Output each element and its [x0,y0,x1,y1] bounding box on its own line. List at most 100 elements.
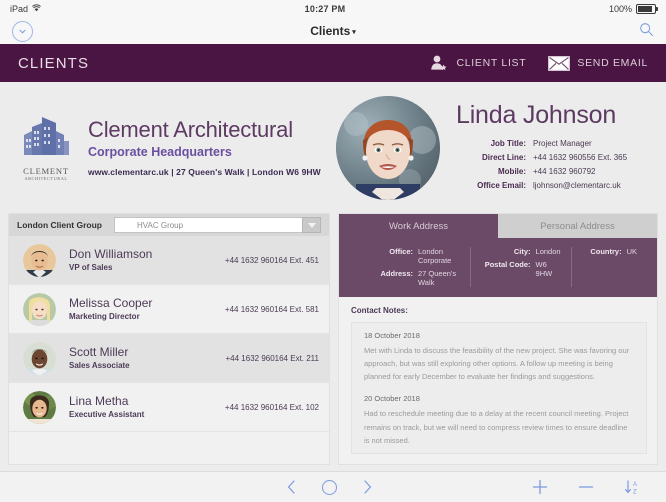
contact-notes-title: Contact Notes: [351,306,408,315]
search-icon[interactable] [639,22,654,40]
client-name: Don Williamson [69,247,153,262]
list-item[interactable]: Lina Metha Executive Assistant +44 1632 … [9,383,329,432]
client-list-header: London Client Group HVAC Group [9,214,329,236]
company-block: CLEMENT ARCHITECTURAL Clement Architectu… [0,115,336,181]
ios-status-bar: iPad 10:27 PM 100% [0,0,666,18]
note-date: 20 October 2018 [364,394,420,404]
chevron-down-icon[interactable]: ▾ [352,29,356,36]
record-nav-group [287,479,372,495]
client-name: Melissa Cooper [69,296,153,311]
detail-value: Project Manager [533,138,592,148]
page-title-text: Clients [310,24,351,38]
postal-label: Postal Code: [484,260,531,269]
detail-label: Office Email: [477,180,526,190]
country-line: Country: UK [582,247,637,256]
client-list-icon [429,54,449,72]
content-area: CLEMENT ARCHITECTURAL Clement Architectu… [0,82,666,471]
chevron-down-icon[interactable] [302,217,321,233]
note-entry: 18 October 2018 Met with Linda to discus… [364,331,634,383]
client-role: Executive Assistant [69,409,145,419]
detail-label: Direct Line: [481,152,526,162]
avatar [23,292,56,326]
client-list-button[interactable]: CLIENT LIST [429,54,526,72]
client-list-panel: London Client Group HVAC Group Don Willi… [8,213,330,465]
company-logo: CLEMENT ARCHITECTURAL [18,115,74,181]
address-col-office: Office: London Corporate Address: 27 Que… [349,247,470,287]
detail-label: Job Title: [490,138,526,148]
app-window: iPad 10:27 PM 100% Clients ▾ CLIENTS CLI… [0,0,666,502]
address-tabs: Work Address Personal Address [339,214,657,238]
detail-row: Job Title: Project Manager [456,137,644,151]
list-item-text: Lina Metha Executive Assistant [69,394,225,419]
office-line: Office: London Corporate [359,247,460,265]
list-item-text: Don Williamson VP of Sales [69,247,225,272]
tab-personal-address[interactable]: Personal Address [498,214,657,238]
circle-icon[interactable] [322,479,337,495]
record-edit-group: A Z [532,479,640,495]
detail-row: Mobile: +44 1632 960792 [456,165,644,179]
person-block: Linda Johnson Job Title: Project Manager… [336,95,666,200]
status-left: iPad [10,4,41,14]
city-label: City: [513,247,531,256]
address-detail-panel: Work Address Personal Address Office: Lo… [338,213,658,465]
detail-value: ljohnson@clementarc.uk [533,180,621,190]
client-phone: +44 1632 960164 Ext. 211 [225,353,320,363]
detail-value: +44 1632 960556 Ext. 365 [533,152,628,162]
office-label: Office: [389,247,413,256]
postal-value: W6 9HW [535,260,553,278]
avatar [23,243,56,277]
contact-notes-box[interactable]: 18 October 2018 Met with Linda to discus… [351,322,647,454]
person-info: Linda Johnson Job Title: Project Manager… [456,102,644,193]
sort-az-icon[interactable]: A Z [624,479,640,495]
client-phone: +44 1632 960164 Ext. 451 [224,255,319,265]
logo-subwordmark: ARCHITECTURAL [24,175,68,181]
battery-percent: 100% [608,4,632,14]
tab-work-address[interactable]: Work Address [339,214,498,238]
send-email-label: SEND EMAIL [577,57,648,69]
panels-row: London Client Group HVAC Group Don Willi… [0,213,666,471]
client-name: Lina Metha [69,394,129,409]
address-block: Office: London Corporate Address: 27 Que… [339,238,657,297]
list-item[interactable]: Scott Miller Sales Associate +44 1632 96… [9,334,329,383]
svg-text:Z: Z [633,489,637,495]
company-text: Clement Architectural Corporate Headquar… [88,116,321,177]
app-header-title: CLIENTS [18,54,90,72]
client-name: Scott Miller [69,345,129,360]
client-role: VP of Sales [69,262,113,272]
company-subtitle: Corporate Headquarters [88,145,232,160]
avatar [23,390,56,424]
detail-value: +44 1632 960792 [533,166,596,176]
list-item-text: Melissa Cooper Marketing Director [69,296,225,321]
office-value: London Corporate [418,247,452,265]
status-right: 100% [608,4,658,14]
bottom-toolbar: A Z [0,471,666,502]
status-time: 10:27 PM [304,4,346,14]
chevron-down-circle-icon[interactable] [12,20,33,42]
chevron-right-icon[interactable] [363,480,372,494]
client-group-select[interactable]: HVAC Group [113,217,321,233]
client-group-select-value: HVAC Group [136,220,184,230]
list-item[interactable]: Don Williamson VP of Sales +44 1632 9601… [9,236,329,285]
client-phone: +44 1632 960164 Ext. 102 [224,402,319,412]
client-list-label: CLIENT LIST [456,57,527,69]
send-email-button[interactable]: SEND EMAIL [548,55,648,71]
minus-icon[interactable] [578,479,594,495]
country-value: UK [626,247,637,256]
address-label: Address: [380,269,413,278]
app-header-bar: CLIENTS CLIENT LIST SEND EMAIL [0,44,666,82]
app-header-actions: CLIENT LIST SEND EMAIL [429,54,648,72]
chevron-left-icon[interactable] [287,480,296,494]
address-line: Address: 27 Queen's Walk [359,269,460,287]
client-role: Sales Associate [69,360,130,370]
detail-label: Mobile: [498,166,526,176]
company-name: Clement Architectural [88,116,293,142]
address-value: 27 Queen's Walk [418,269,457,287]
client-role: Marketing Director [69,311,140,321]
plus-icon[interactable] [532,479,548,495]
list-item[interactable]: Melissa Cooper Marketing Director +44 16… [9,285,329,334]
client-group-label: London Client Group [17,220,102,230]
postal-line: Postal Code: W6 9HW [481,260,561,278]
logo-wordmark: CLEMENT [23,165,69,176]
country-label: Country: [590,247,622,256]
avatar [23,341,56,375]
